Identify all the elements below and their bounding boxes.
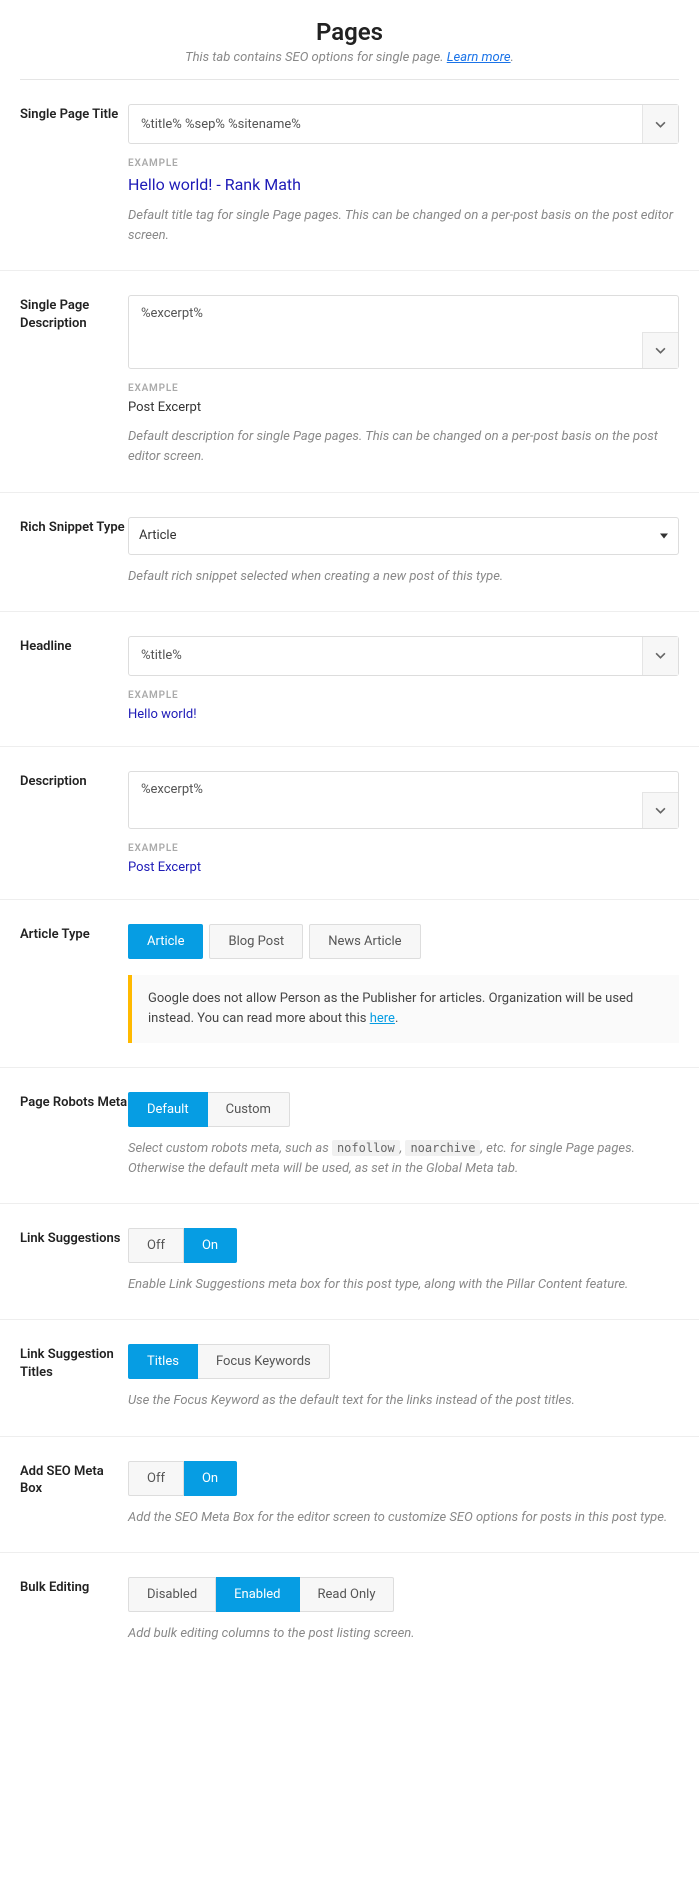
headline-token-dropdown-button[interactable] xyxy=(642,637,678,675)
field-add-seo-meta-box: Add SEO Meta Box Off On Add the SEO Meta… xyxy=(0,1437,699,1553)
chevron-down-icon xyxy=(655,119,666,130)
label-add-seo-meta-box: Add SEO Meta Box xyxy=(20,1461,128,1528)
single-page-title-input[interactable] xyxy=(129,105,642,143)
field-description: Description EXAMPLE Post Excerpt xyxy=(0,747,699,900)
seo-meta-box-on[interactable]: On xyxy=(184,1461,237,1496)
field-robots-meta: Page Robots Meta Default Custom Select c… xyxy=(0,1068,699,1204)
seo-meta-box-off[interactable]: Off xyxy=(128,1461,184,1496)
headline-example-preview[interactable]: Hello world! xyxy=(128,707,679,722)
field-link-suggestions: Link Suggestions Off On Enable Link Sugg… xyxy=(0,1204,699,1320)
bulk-editing-group: Disabled Enabled Read Only xyxy=(128,1577,679,1612)
link-suggestion-titles-group: Titles Focus Keywords xyxy=(128,1344,679,1379)
title-input-wrap xyxy=(128,104,679,144)
label-link-suggestion-titles: Link Suggestion Titles xyxy=(20,1344,128,1411)
field-single-page-title: Single Page Title EXAMPLE Hello world! -… xyxy=(0,80,699,271)
desc-example-preview: Post Excerpt xyxy=(128,400,679,415)
description-example-preview[interactable]: Post Excerpt xyxy=(128,860,679,875)
desc-input-wrap xyxy=(128,295,679,369)
title-help: Default title tag for single Page pages.… xyxy=(128,206,679,246)
example-label: EXAMPLE xyxy=(128,158,679,169)
label-bulk-editing: Bulk Editing xyxy=(20,1577,128,1644)
code-nofollow: nofollow xyxy=(332,1140,400,1156)
chevron-down-icon xyxy=(655,805,666,816)
bulk-editing-help: Add bulk editing columns to the post lis… xyxy=(128,1624,679,1644)
learn-more-link[interactable]: Learn more xyxy=(447,50,511,65)
rich-snippet-select[interactable]: Article xyxy=(128,517,679,555)
link-suggestions-group: Off On xyxy=(128,1228,679,1263)
article-type-blog-post[interactable]: Blog Post xyxy=(209,924,303,959)
label-article-type: Article Type xyxy=(20,924,128,1043)
link-suggestions-on[interactable]: On xyxy=(184,1228,237,1263)
field-article-type: Article Type Article Blog Post News Arti… xyxy=(0,900,699,1068)
robots-help: Select custom robots meta, such as nofol… xyxy=(128,1139,679,1179)
chevron-down-icon xyxy=(655,345,666,356)
field-rich-snippet-type: Rich Snippet Type Article Default rich s… xyxy=(0,493,699,612)
desc-token-dropdown-button[interactable] xyxy=(642,332,678,368)
article-type-group: Article Blog Post News Article xyxy=(128,924,679,959)
label-robots-meta: Page Robots Meta xyxy=(20,1092,128,1179)
field-headline: Headline EXAMPLE Hello world! xyxy=(0,612,699,747)
link-suggestions-off[interactable]: Off xyxy=(128,1228,184,1263)
article-type-notice: Google does not allow Person as the Publ… xyxy=(128,975,679,1043)
description-input-wrap xyxy=(128,771,679,829)
label-rich-snippet: Rich Snippet Type xyxy=(20,517,128,587)
dropdown-caret-icon xyxy=(660,533,668,538)
field-single-page-description: Single Page Description EXAMPLE Post Exc… xyxy=(0,271,699,492)
description-token-dropdown-button[interactable] xyxy=(642,792,678,828)
bulk-editing-readonly[interactable]: Read Only xyxy=(300,1577,395,1612)
title-token-dropdown-button[interactable] xyxy=(642,105,678,143)
link-suggestion-titles-titles[interactable]: Titles xyxy=(128,1344,198,1379)
article-type-article[interactable]: Article xyxy=(128,924,203,959)
page-subtitle: This tab contains SEO options for single… xyxy=(20,50,679,65)
code-noarchive: noarchive xyxy=(405,1140,480,1156)
robots-default[interactable]: Default xyxy=(128,1092,208,1127)
add-seo-meta-box-help: Add the SEO Meta Box for the editor scre… xyxy=(128,1508,679,1528)
example-label: EXAMPLE xyxy=(128,383,679,394)
field-bulk-editing: Bulk Editing Disabled Enabled Read Only … xyxy=(0,1553,699,1668)
link-suggestion-titles-help: Use the Focus Keyword as the default tex… xyxy=(128,1391,679,1411)
headline-input[interactable] xyxy=(129,637,642,675)
link-suggestion-titles-focus[interactable]: Focus Keywords xyxy=(198,1344,330,1379)
notice-here-link[interactable]: here xyxy=(370,1011,395,1026)
single-page-description-input[interactable] xyxy=(129,296,642,368)
headline-input-wrap xyxy=(128,636,679,676)
rich-snippet-help: Default rich snippet selected when creat… xyxy=(128,567,679,587)
label-headline: Headline xyxy=(20,636,128,722)
page-header: Pages This tab contains SEO options for … xyxy=(0,0,699,79)
title-example-preview[interactable]: Hello world! - Rank Math xyxy=(128,175,679,194)
chevron-down-icon xyxy=(655,650,666,661)
link-suggestions-help: Enable Link Suggestions meta box for thi… xyxy=(128,1275,679,1295)
article-type-news-article[interactable]: News Article xyxy=(309,924,420,959)
subtitle-text: This tab contains SEO options for single… xyxy=(185,50,447,65)
page-title: Pages xyxy=(20,18,679,46)
robots-custom[interactable]: Custom xyxy=(208,1092,290,1127)
bulk-editing-disabled[interactable]: Disabled xyxy=(128,1577,216,1612)
example-label: EXAMPLE xyxy=(128,690,679,701)
example-label: EXAMPLE xyxy=(128,843,679,854)
desc-help: Default description for single Page page… xyxy=(128,427,679,467)
description-input[interactable] xyxy=(129,772,642,828)
label-description: Description xyxy=(20,771,128,875)
label-link-suggestions: Link Suggestions xyxy=(20,1228,128,1295)
add-seo-meta-box-group: Off On xyxy=(128,1461,679,1496)
robots-meta-group: Default Custom xyxy=(128,1092,679,1127)
rich-snippet-value: Article xyxy=(139,528,176,543)
bulk-editing-enabled[interactable]: Enabled xyxy=(216,1577,299,1612)
label-single-page-description: Single Page Description xyxy=(20,295,128,467)
field-link-suggestion-titles: Link Suggestion Titles Titles Focus Keyw… xyxy=(0,1320,699,1436)
label-single-page-title: Single Page Title xyxy=(20,104,128,246)
